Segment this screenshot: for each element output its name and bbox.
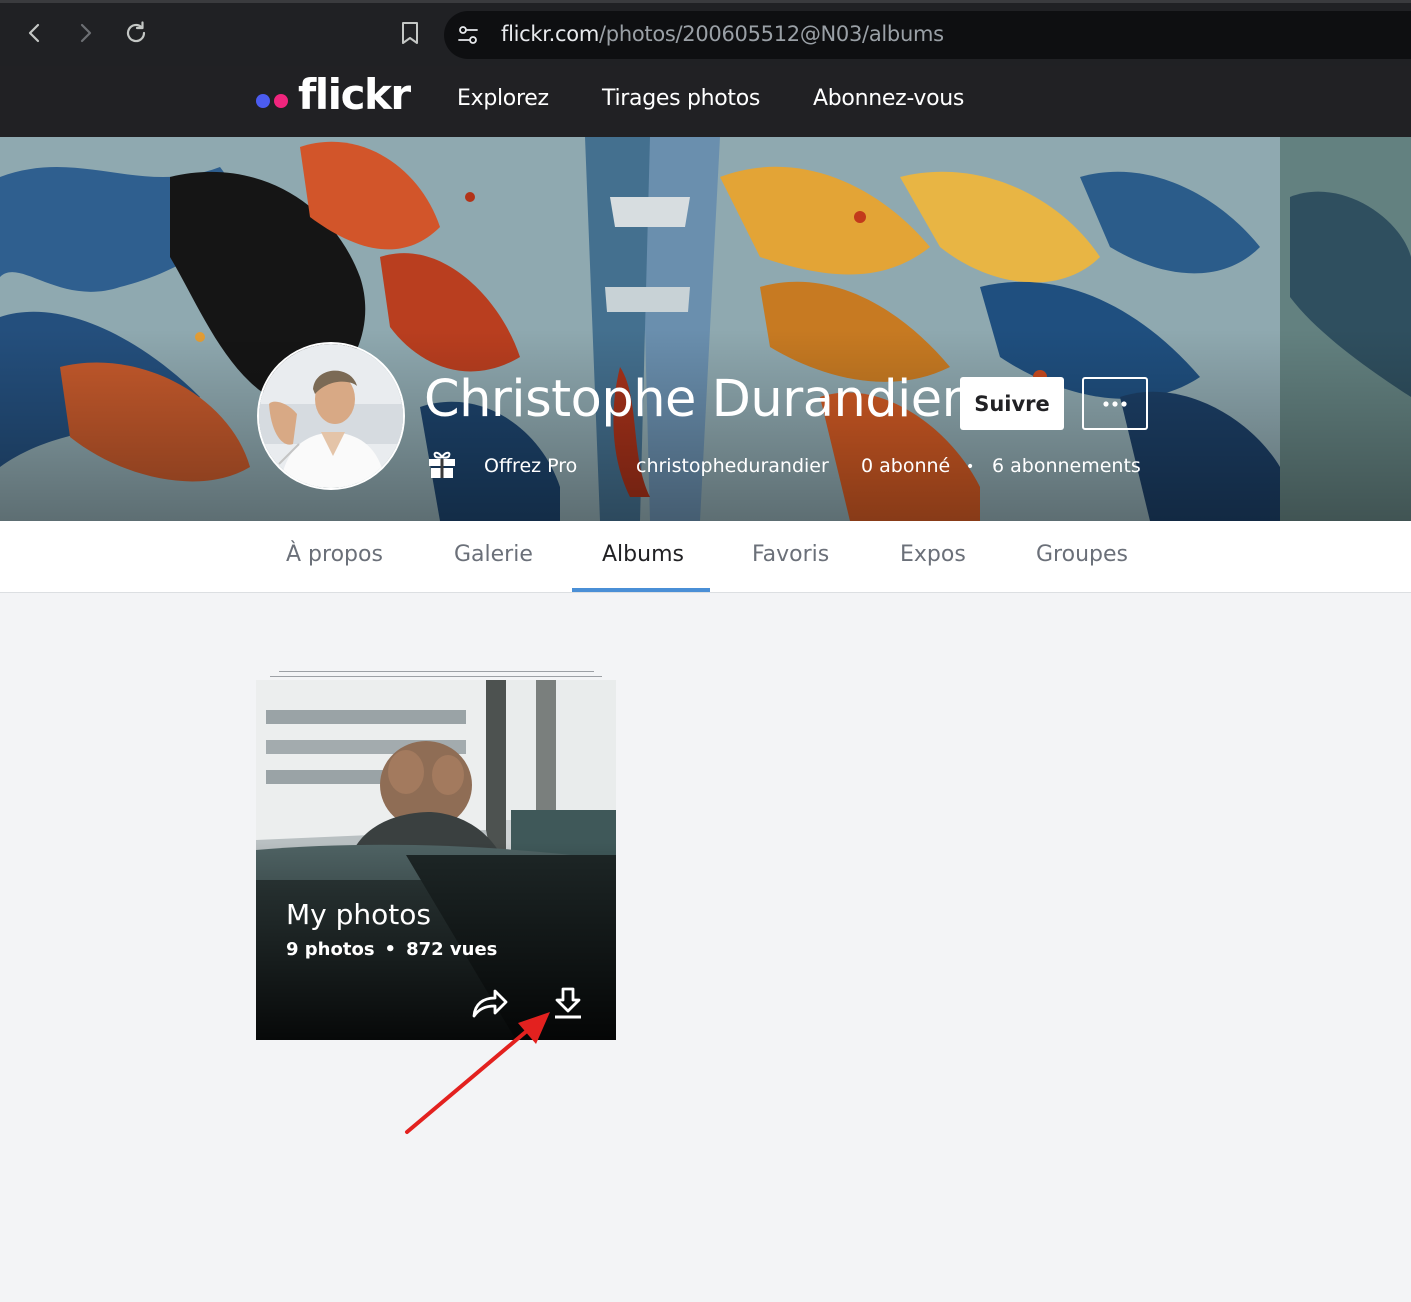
- flickr-logo[interactable]: flickr: [298, 70, 411, 119]
- share-icon[interactable]: [471, 986, 509, 1020]
- avatar-image: [259, 344, 403, 488]
- tab-favorites[interactable]: Favoris: [752, 542, 829, 567]
- following-count[interactable]: 6 abonnements: [992, 455, 1141, 477]
- album-view-count: 872 vues: [406, 939, 498, 960]
- nav-prints[interactable]: Tirages photos: [602, 86, 760, 111]
- tab-gallery[interactable]: Galerie: [454, 542, 533, 567]
- profile-avatar[interactable]: [257, 342, 405, 490]
- reload-icon[interactable]: [122, 19, 150, 47]
- meta-separator: •: [966, 459, 975, 475]
- back-icon[interactable]: [21, 19, 49, 47]
- download-icon[interactable]: [552, 986, 584, 1020]
- profile-tabs: [0, 521, 1411, 593]
- follow-button[interactable]: Suivre: [960, 377, 1064, 430]
- album-stack-line: [279, 671, 594, 672]
- tab-groups[interactable]: Groupes: [1036, 542, 1128, 567]
- gift-pro-link[interactable]: Offrez Pro: [484, 455, 577, 477]
- bookmark-icon[interactable]: [396, 19, 424, 47]
- gift-icon[interactable]: [428, 449, 456, 479]
- more-options-button[interactable]: [1082, 377, 1148, 430]
- url-host: flickr.com: [501, 22, 600, 46]
- active-tab-indicator: [572, 588, 710, 592]
- tab-about[interactable]: À propos: [286, 542, 383, 567]
- logo-dot-blue: [256, 94, 270, 108]
- followers-count[interactable]: 0 abonné: [861, 455, 950, 477]
- browser-toolbar: flickr.com/photos/200605512@N03/albums: [0, 0, 1411, 66]
- more-icon: [1103, 401, 1127, 407]
- forward-icon[interactable]: [71, 19, 99, 47]
- album-stats: 9 photos • 872 vues: [286, 939, 497, 960]
- album-photo-count: 9 photos: [286, 939, 375, 960]
- username: christophedurandier: [636, 455, 829, 477]
- logo-dot-pink: [274, 94, 288, 108]
- nav-subscribe[interactable]: Abonnez-vous: [813, 86, 964, 111]
- tab-expos[interactable]: Expos: [900, 542, 966, 567]
- tab-albums[interactable]: Albums: [602, 542, 684, 567]
- url-path: /photos/200605512@N03/albums: [599, 22, 944, 46]
- address-bar[interactable]: flickr.com/photos/200605512@N03/albums: [444, 11, 1411, 59]
- album-title[interactable]: My photos: [286, 898, 431, 931]
- site-settings-icon[interactable]: [456, 23, 480, 47]
- album-stats-separator: •: [384, 939, 397, 960]
- nav-explore[interactable]: Explorez: [457, 86, 549, 111]
- profile-name: Christophe Durandier: [424, 370, 963, 429]
- url-text: flickr.com/photos/200605512@N03/albums: [501, 22, 944, 46]
- album-stack-line: [270, 676, 602, 677]
